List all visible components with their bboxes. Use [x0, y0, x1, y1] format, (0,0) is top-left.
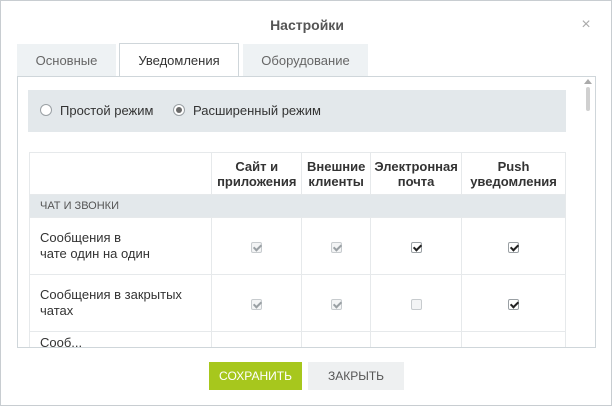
table-row: Сообщения в чате один на один	[28, 217, 566, 275]
checkbox-site-disabled	[251, 241, 263, 253]
table-row: Сообщения в закрытых чатах	[28, 274, 566, 332]
header-push: Push уведомления	[461, 152, 566, 195]
section-chat-calls: ЧАТ И ЗВОНКИ	[29, 194, 566, 218]
section-row: ЧАТ И ЗВОНКИ	[29, 194, 566, 218]
row-label: Сообщения в чате один на один	[28, 217, 213, 275]
header-external: Внешние клиенты	[301, 152, 372, 195]
notifications-panel: Простой режим Расширенный режим Сайт и пр…	[17, 76, 596, 348]
table-header-row: Сайт и приложения Внешние клиенты Электрон…	[28, 152, 566, 195]
radio-extended-label[interactable]: Расширенный режим	[193, 103, 321, 118]
scroll-thumb[interactable]	[586, 87, 590, 111]
checkbox-push[interactable]	[508, 241, 520, 253]
checkbox-external-disabled	[330, 298, 342, 310]
checkbox-email[interactable]	[410, 241, 422, 253]
checkbox-email-disabled	[410, 298, 422, 310]
tab-equipment[interactable]: Оборудование	[243, 44, 368, 77]
scroll-up-icon[interactable]	[584, 79, 592, 84]
row-label: Сообщения в закрытых чатах	[28, 274, 213, 332]
dialog-title: Настройки	[270, 17, 344, 33]
checkbox-push[interactable]	[508, 298, 520, 310]
header-site: Сайт и приложения	[211, 152, 303, 195]
mode-selector: Простой режим Расширенный режим	[28, 90, 566, 132]
save-button[interactable]: СОХРАНИТЬ	[209, 362, 302, 390]
close-icon[interactable]: ×	[579, 17, 593, 33]
radio-simple-mode[interactable]	[40, 104, 52, 116]
row-label: Сооб...	[28, 331, 213, 347]
vertical-scrollbar[interactable]	[581, 77, 594, 347]
checkbox-external-disabled	[330, 241, 342, 253]
table-row: Сооб...	[28, 331, 566, 347]
header-email: Электронная почта	[370, 152, 463, 195]
checkbox-site-disabled	[251, 298, 263, 310]
header-empty	[28, 152, 213, 195]
tab-notifications[interactable]: Уведомления	[119, 43, 239, 78]
notification-matrix: Сайт и приложения Внешние клиенты Электрон…	[28, 152, 566, 347]
radio-simple-label[interactable]: Простой режим	[60, 103, 153, 118]
tab-basic[interactable]: Основные	[17, 44, 116, 77]
radio-extended-mode[interactable]	[173, 104, 185, 116]
close-button[interactable]: ЗАКРЫТЬ	[308, 362, 404, 390]
settings-dialog: Настройки × Основные Уведомления Оборудо…	[0, 0, 612, 406]
